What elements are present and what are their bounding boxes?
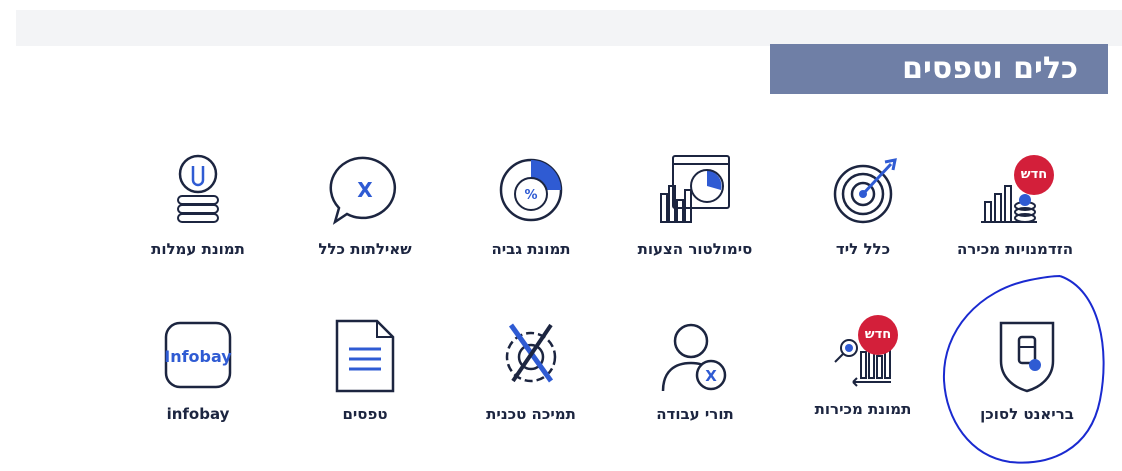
agent-person-icon: X bbox=[661, 323, 727, 392]
tile-sales[interactable]: חדש תמונת מכירות bbox=[798, 310, 928, 418]
tile-label: תמונת גביה bbox=[491, 240, 571, 258]
tile-sales-opportunities[interactable]: חדש הזדמנויות מכירה bbox=[950, 150, 1080, 258]
new-badge: חדש bbox=[858, 315, 898, 355]
new-badge: חדש bbox=[1014, 155, 1054, 195]
tile-commissions[interactable]: תמונת עמלות bbox=[133, 150, 263, 258]
document-icon bbox=[335, 319, 395, 393]
offer-simulator-icon bbox=[660, 155, 730, 223]
tile-label: הזדמנויות מכירה bbox=[956, 240, 1074, 258]
svg-text:%: % bbox=[524, 188, 537, 203]
tile-label: תמונת מכירות bbox=[814, 400, 912, 418]
tile-label: infobay bbox=[166, 405, 230, 423]
target-icon bbox=[833, 158, 897, 224]
tile-klal-lead[interactable]: כלל ליד bbox=[798, 150, 928, 258]
infobay-logo-text: Infobay bbox=[164, 347, 232, 366]
gear-wrench-icon bbox=[505, 323, 557, 383]
tile-label: תמונת עמלות bbox=[151, 240, 245, 258]
tile-label: שאילתות כלל bbox=[318, 240, 412, 258]
svg-text:X: X bbox=[705, 367, 717, 385]
tile-klal-queries[interactable]: X שאילתות כלל bbox=[300, 150, 430, 258]
tile-offer-simulator[interactable]: סימולטור הצעות bbox=[630, 150, 760, 258]
coins-icon bbox=[177, 154, 219, 223]
svg-text:X: X bbox=[357, 178, 373, 202]
tile-infobay[interactable]: Infobay infobay bbox=[133, 315, 263, 423]
section-title: כלים וטפסים bbox=[770, 44, 1108, 94]
tile-label: כלל ליד bbox=[835, 240, 891, 258]
top-bar bbox=[16, 10, 1122, 46]
tile-label: טפסים bbox=[342, 405, 388, 423]
tile-forms[interactable]: טפסים bbox=[300, 315, 430, 423]
collection-pie-icon: % bbox=[499, 158, 563, 222]
tile-label: בריאנט לסוכן bbox=[980, 405, 1074, 423]
tile-tech-support[interactable]: תמיכה טכנית bbox=[466, 315, 596, 423]
tile-work-queues[interactable]: X תורי עבודה bbox=[630, 315, 760, 423]
tile-collection[interactable]: % תמונת גביה bbox=[466, 150, 596, 258]
shield-medicine-icon bbox=[999, 321, 1055, 393]
tile-briant-agent[interactable]: בריאנט לסוכן bbox=[962, 315, 1092, 423]
tile-label: תמיכה טכנית bbox=[486, 405, 576, 423]
tile-label: סימולטור הצעות bbox=[637, 240, 753, 258]
tile-label: תורי עבודה bbox=[656, 405, 734, 423]
chat-bubble-icon: X bbox=[329, 156, 397, 225]
